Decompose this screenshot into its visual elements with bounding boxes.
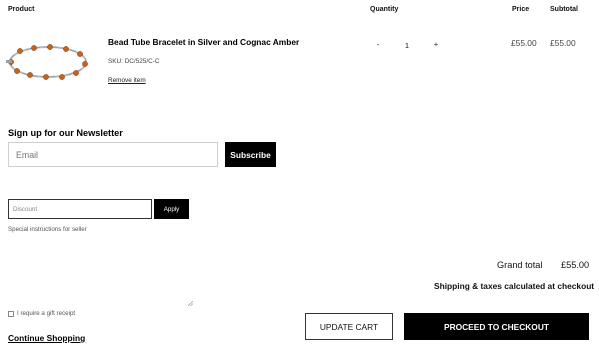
- bracelet-image: [6, 44, 88, 80]
- gift-receipt-checkbox[interactable]: [8, 310, 14, 317]
- update-cart-button[interactable]: UPDATE CART: [305, 313, 393, 340]
- quantity-value[interactable]: 1: [402, 41, 412, 50]
- discount-code-input[interactable]: [8, 199, 152, 219]
- product-title[interactable]: Bead Tube Bracelet in Silver and Cognac …: [108, 37, 299, 47]
- product-image[interactable]: [6, 40, 90, 84]
- cart-page: Product Quantity Price Subtotal Bead Tub…: [0, 0, 599, 359]
- grand-total-value: £55.00: [561, 260, 590, 270]
- newsletter-heading: Sign up for our Newsletter: [8, 128, 123, 138]
- remove-item-link[interactable]: Remove item: [108, 77, 146, 84]
- gift-receipt-label[interactable]: I require a gift receipt: [17, 310, 75, 317]
- header-quantity: Quantity: [370, 6, 399, 13]
- special-instructions-textarea[interactable]: [6, 234, 194, 298]
- proceed-to-checkout-button[interactable]: PROCEED TO CHECKOUT: [404, 313, 589, 340]
- apply-discount-button[interactable]: Apply: [154, 199, 189, 219]
- gift-receipt-row: I require a gift receipt: [8, 310, 75, 317]
- header-product: Product: [8, 6, 35, 13]
- item-subtotal: £55.00: [550, 38, 576, 48]
- grand-total-label: Grand total: [497, 260, 543, 270]
- subscribe-button[interactable]: Subscribe: [225, 142, 276, 167]
- textarea-resize-icon[interactable]: [187, 293, 194, 307]
- quantity-decrease-button[interactable]: -: [373, 40, 383, 49]
- continue-shopping-link[interactable]: Continue Shopping: [8, 333, 85, 343]
- product-sku: SKU: DC/525/C-C: [108, 58, 160, 65]
- header-subtotal: Subtotal: [550, 6, 578, 13]
- newsletter-email-input[interactable]: [8, 142, 218, 167]
- header-price: Price: [512, 6, 530, 13]
- item-price: £55.00: [511, 38, 537, 48]
- special-instructions-label: Special instructions for seller: [8, 226, 87, 233]
- quantity-increase-button[interactable]: +: [431, 40, 441, 49]
- shipping-taxes-note: Shipping & taxes calculated at checkout: [434, 281, 595, 291]
